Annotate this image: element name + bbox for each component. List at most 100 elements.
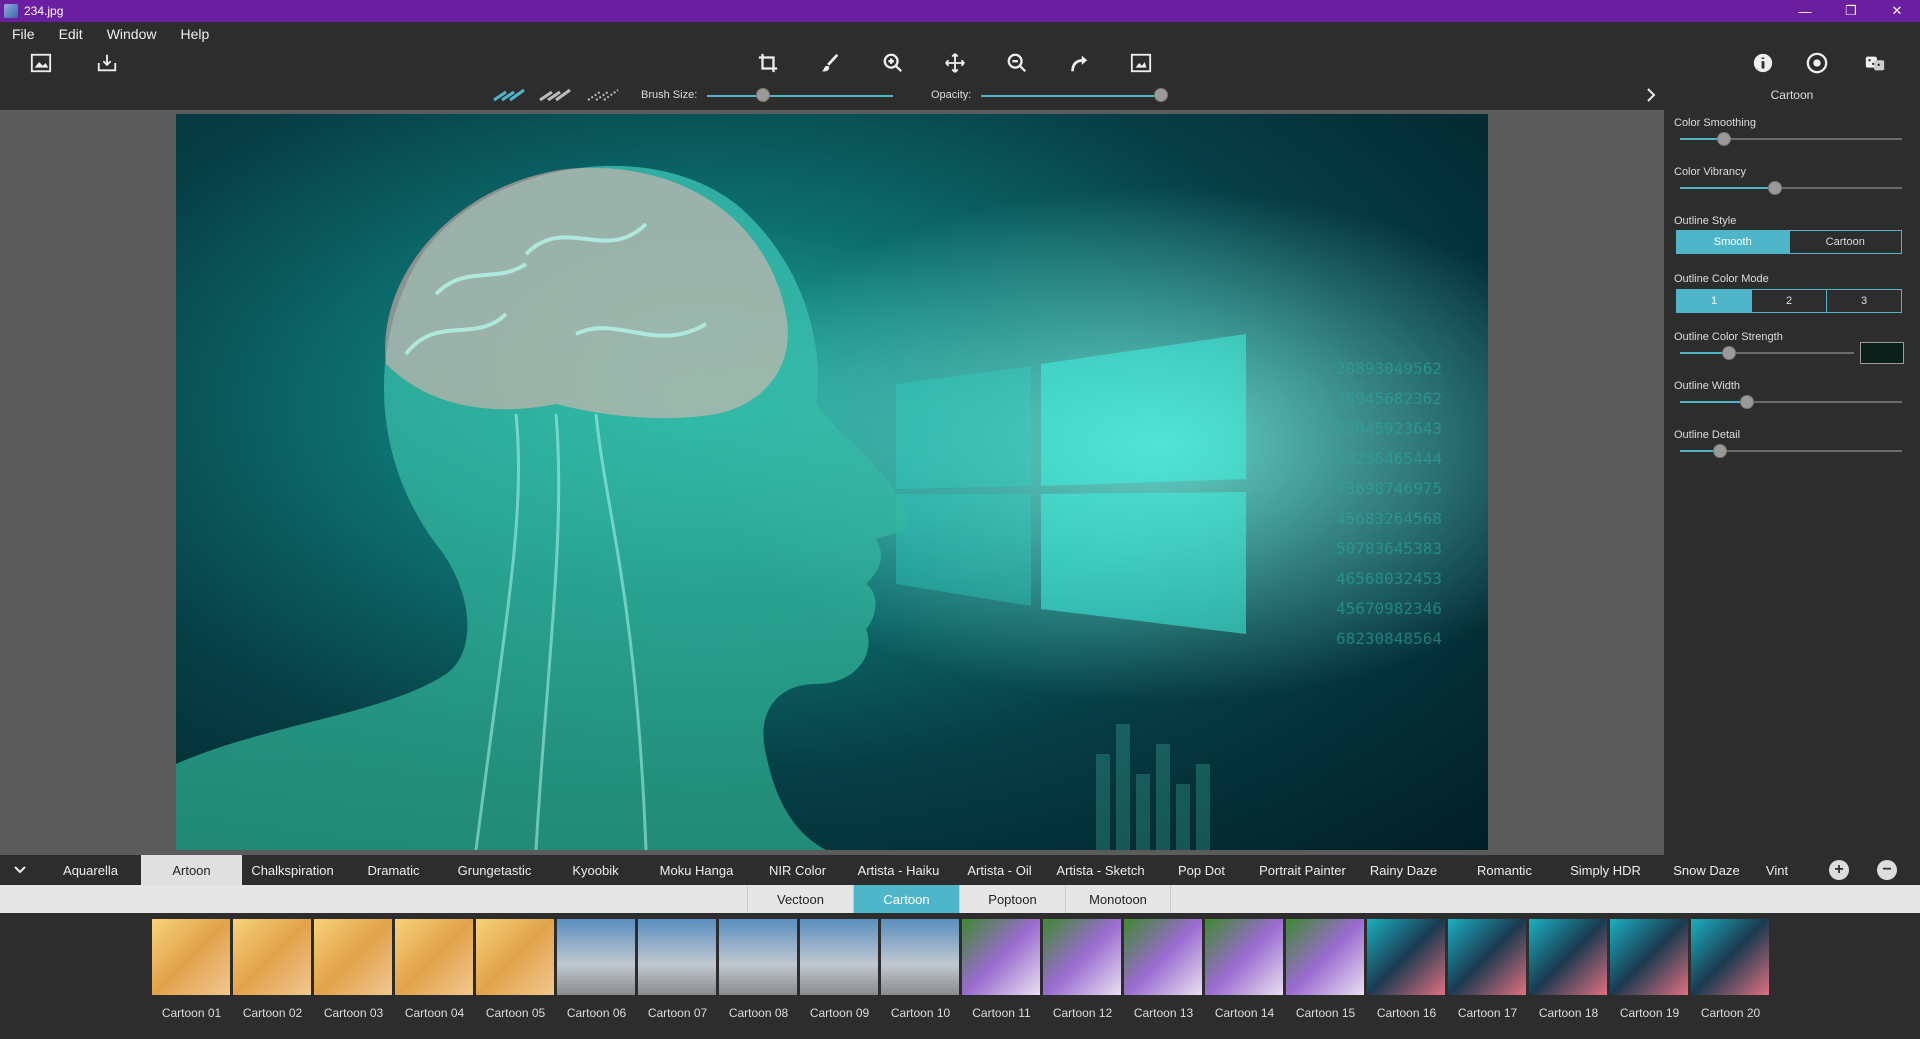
category-tab[interactable]: NIR Color — [747, 855, 848, 885]
remove-preset-icon[interactable]: − — [1877, 860, 1897, 880]
color-smoothing-knob[interactable] — [1717, 132, 1732, 146]
outline-color-mode-3[interactable]: 3 — [1827, 290, 1901, 312]
opacity-slider[interactable] — [981, 95, 1161, 97]
minimize-button[interactable]: — — [1782, 0, 1828, 22]
category-tab[interactable]: Grungetastic — [444, 855, 545, 885]
outline-detail-knob[interactable] — [1712, 444, 1727, 458]
menu-bar: File Edit Window Help — [0, 22, 1920, 46]
svg-text:46568032453: 46568032453 — [1336, 569, 1442, 588]
preset-thumbnail[interactable] — [1529, 919, 1607, 995]
zoom-in-icon[interactable] — [880, 50, 906, 76]
preset-thumbnail[interactable] — [233, 919, 311, 995]
outline-detail-label: Outline Detail — [1674, 429, 1741, 441]
preset-thumbnail[interactable] — [1124, 919, 1202, 995]
preset-thumbnail[interactable] — [638, 919, 716, 995]
preset-thumbnail[interactable] — [476, 919, 554, 995]
preset-thumbnail[interactable] — [395, 919, 473, 995]
preset-thumbnail[interactable] — [1367, 919, 1445, 995]
category-tab[interactable]: Kyoobik — [545, 855, 646, 885]
preset-thumbnail[interactable] — [557, 919, 635, 995]
category-tab[interactable]: Romantic — [1454, 855, 1555, 885]
outline-style-smooth[interactable]: Smooth — [1677, 231, 1790, 253]
brush-icon[interactable] — [817, 50, 843, 76]
color-vibrancy-label: Color Vibrancy — [1674, 166, 1746, 178]
preset-thumbnail[interactable] — [1610, 919, 1688, 995]
info-icon[interactable] — [1750, 50, 1776, 76]
brush-type-3-icon[interactable] — [586, 86, 620, 109]
crop-icon[interactable] — [755, 50, 781, 76]
preset-thumbnail[interactable] — [881, 919, 959, 995]
preset-thumbnail[interactable] — [314, 919, 392, 995]
preset-label: Cartoon 08 — [728, 1006, 789, 1020]
collapse-chevron-down-icon[interactable] — [0, 855, 40, 885]
preset-thumbnail[interactable] — [1205, 919, 1283, 995]
category-tab[interactable]: Artoon — [141, 855, 242, 885]
outline-color-strength-knob[interactable] — [1721, 346, 1736, 360]
preset-label: Cartoon 15 — [1295, 1006, 1356, 1020]
fit-screen-icon[interactable] — [1128, 50, 1154, 76]
save-image-icon[interactable] — [94, 50, 120, 76]
preset-label: Cartoon 06 — [566, 1006, 627, 1020]
category-tab[interactable]: Rainy Daze — [1353, 855, 1454, 885]
category-tab[interactable]: Simply HDR — [1555, 855, 1656, 885]
color-vibrancy-knob[interactable] — [1768, 181, 1783, 195]
preset-thumbnail[interactable] — [152, 919, 230, 995]
panel-toggle-chevron-icon[interactable] — [1645, 87, 1657, 108]
preset-label: Cartoon 04 — [404, 1006, 465, 1020]
add-preset-icon[interactable]: + — [1829, 860, 1849, 880]
settings-icon[interactable] — [1804, 50, 1830, 76]
category-tab[interactable]: Artista - Haiku — [848, 855, 949, 885]
canvas-area[interactable]: 20893049562 38945682362 23045923643 532364… — [0, 110, 1664, 855]
brush-type-2-icon[interactable] — [538, 86, 572, 109]
preset-label: Cartoon 07 — [647, 1006, 708, 1020]
preset-thumbnail[interactable] — [719, 919, 797, 995]
outline-color-mode-toggle: 1 2 3 — [1676, 289, 1902, 313]
brush-size-slider[interactable] — [707, 95, 893, 97]
preset-thumbnail[interactable] — [962, 919, 1040, 995]
open-image-icon[interactable] — [28, 50, 54, 76]
category-tab[interactable]: Aquarella — [40, 855, 141, 885]
menu-edit[interactable]: Edit — [47, 26, 95, 42]
category-tab[interactable]: Artista - Sketch — [1050, 855, 1151, 885]
photo-canvas[interactable]: 20893049562 38945682362 23045923643 532364… — [176, 114, 1488, 850]
close-button[interactable]: ✕ — [1874, 0, 1920, 22]
outline-style-label: Outline Style — [1674, 215, 1737, 227]
redo-icon[interactable] — [1066, 50, 1092, 76]
category-tab[interactable]: Pop Dot — [1151, 855, 1252, 885]
maximize-button[interactable]: ❐ — [1828, 0, 1874, 22]
subtab-poptoon[interactable]: Poptoon — [959, 885, 1065, 913]
menu-window[interactable]: Window — [95, 26, 169, 42]
brush-size-knob[interactable] — [755, 88, 770, 102]
outline-color-mode-label: Outline Color Mode — [1674, 273, 1769, 285]
category-tab[interactable]: Dramatic — [343, 855, 444, 885]
preset-label: Cartoon 01 — [161, 1006, 222, 1020]
opacity-knob[interactable] — [1154, 88, 1168, 102]
outline-color-mode-2[interactable]: 2 — [1752, 290, 1827, 312]
subtab-vectoon[interactable]: Vectoon — [747, 885, 853, 913]
move-icon[interactable] — [942, 50, 968, 76]
preset-label: Cartoon 16 — [1376, 1006, 1437, 1020]
outline-color-mode-1[interactable]: 1 — [1677, 290, 1752, 312]
category-tab[interactable]: Portrait Painter — [1252, 855, 1353, 885]
outline-width-knob[interactable] — [1739, 395, 1754, 409]
outline-color-swatch[interactable] — [1860, 342, 1904, 364]
zoom-out-icon[interactable] — [1004, 50, 1030, 76]
subtab-monotoon[interactable]: Monotoon — [1065, 885, 1171, 913]
menu-help[interactable]: Help — [168, 26, 221, 42]
preset-thumbnail[interactable] — [1448, 919, 1526, 995]
preset-thumbnail[interactable] — [800, 919, 878, 995]
preset-thumbnail[interactable] — [1043, 919, 1121, 995]
brush-type-1-icon[interactable] — [492, 86, 526, 109]
category-tab[interactable]: Chalkspiration — [242, 855, 343, 885]
preset-thumbnail[interactable] — [1286, 919, 1364, 995]
category-tab[interactable]: Artista - Oil — [949, 855, 1050, 885]
category-tab[interactable]: Snow Daze — [1656, 855, 1757, 885]
menu-file[interactable]: File — [0, 26, 47, 42]
preset-label: Cartoon 18 — [1538, 1006, 1599, 1020]
preset-thumbnail[interactable] — [1691, 919, 1769, 995]
category-tab[interactable]: Vint — [1757, 855, 1797, 885]
subtab-cartoon[interactable]: Cartoon — [853, 885, 959, 913]
dice-icon[interactable] — [1862, 50, 1888, 76]
category-tab[interactable]: Moku Hanga — [646, 855, 747, 885]
outline-style-cartoon[interactable]: Cartoon — [1790, 231, 1902, 253]
